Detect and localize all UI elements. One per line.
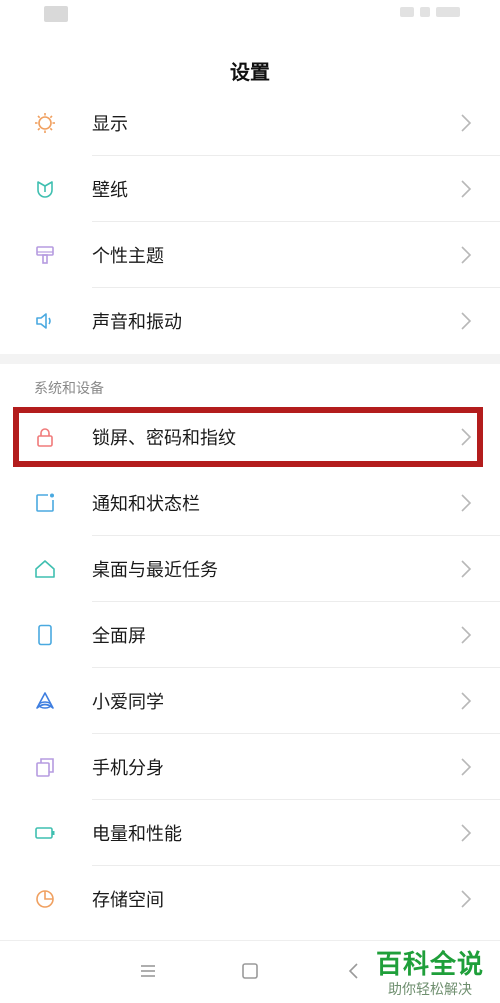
- highlight-box: [13, 407, 483, 467]
- home-button-icon[interactable]: [238, 959, 262, 983]
- watermark: 百科全说 助你轻松解决: [370, 942, 490, 1003]
- settings-item-display[interactable]: 显示: [0, 90, 500, 156]
- section-separator: [0, 354, 500, 364]
- settings-item-label: 手机分身: [92, 758, 164, 779]
- status-bar: [0, 0, 500, 30]
- settings-item-label: 小爱同学: [92, 692, 164, 713]
- settings-item-storage[interactable]: 存储空间: [0, 866, 500, 932]
- chevron-right-icon: [461, 246, 472, 264]
- settings-item-battery[interactable]: 电量和性能: [0, 800, 500, 866]
- watermark-subtitle: 助你轻松解决: [388, 982, 472, 998]
- phone-icon: [38, 624, 52, 646]
- notification-icon: [36, 493, 54, 512]
- settings-item-label: 存储空间: [92, 890, 164, 911]
- settings-item-label: 电量和性能: [92, 824, 182, 845]
- pie-chart-icon: [36, 890, 54, 908]
- settings-item-xiaoai[interactable]: 小爱同学: [0, 668, 500, 734]
- settings-item-wallpaper[interactable]: 壁纸: [0, 156, 500, 222]
- display-settings-list: 显示 壁纸 个性主题 声音和振动: [0, 90, 500, 354]
- chevron-right-icon: [461, 824, 472, 842]
- settings-item-label: 声音和振动: [92, 312, 182, 333]
- chevron-right-icon: [461, 692, 472, 710]
- sun-icon: [35, 113, 55, 133]
- settings-item-label: 壁纸: [92, 180, 128, 201]
- settings-item-label: 桌面与最近任务: [92, 560, 218, 581]
- chevron-right-icon: [461, 312, 472, 330]
- settings-item-label: 显示: [92, 114, 128, 135]
- settings-item-label: 全面屏: [92, 626, 146, 647]
- settings-item-label: 个性主题: [92, 246, 164, 267]
- settings-item-sound[interactable]: 声音和振动: [0, 288, 500, 354]
- chevron-right-icon: [461, 626, 472, 644]
- settings-item-themes[interactable]: 个性主题: [0, 222, 500, 288]
- back-icon[interactable]: [342, 959, 366, 983]
- chevron-right-icon: [461, 890, 472, 908]
- chevron-right-icon: [461, 560, 472, 578]
- section-title-system: 系统和设备: [34, 381, 104, 397]
- speaker-icon: [36, 313, 51, 329]
- clone-icon: [36, 758, 54, 777]
- chevron-right-icon: [461, 114, 472, 132]
- xiaoai-icon: [36, 692, 54, 709]
- home-icon: [35, 560, 55, 578]
- tulip-icon: [37, 181, 53, 198]
- chevron-right-icon: [461, 180, 472, 198]
- menu-icon[interactable]: [136, 959, 160, 983]
- chevron-right-icon: [461, 758, 472, 776]
- watermark-title: 百科全说: [375, 950, 484, 980]
- settings-item-dual-apps[interactable]: 手机分身: [0, 734, 500, 800]
- settings-item-fullscreen[interactable]: 全面屏: [0, 602, 500, 668]
- paint-roller-icon: [36, 246, 54, 264]
- battery-icon: [35, 827, 55, 839]
- settings-item-notifications[interactable]: 通知和状态栏: [0, 470, 500, 536]
- settings-item-label: 通知和状态栏: [92, 494, 200, 515]
- status-icons: [380, 6, 460, 18]
- settings-item-home[interactable]: 桌面与最近任务: [0, 536, 500, 602]
- status-left-blur: [44, 6, 68, 22]
- system-settings-list: 锁屏、密码和指纹 通知和状态栏 桌面与最近任务 全面屏 小爱同学 手机分身 电量…: [0, 404, 500, 932]
- chevron-right-icon: [461, 494, 472, 512]
